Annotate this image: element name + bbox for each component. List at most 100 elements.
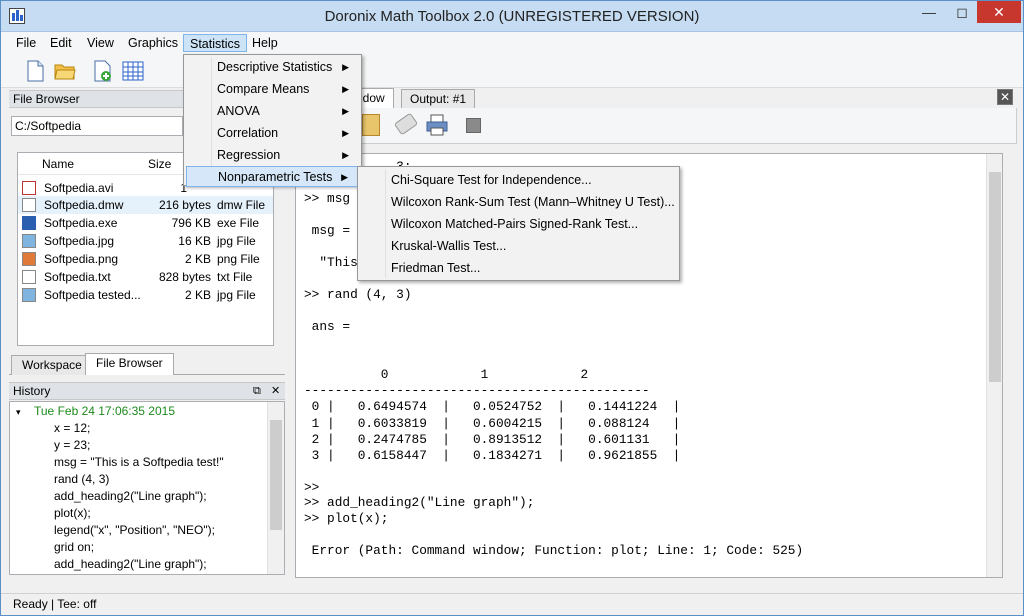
history-entry[interactable]: y = 23; [54,438,90,452]
submenu-arrow-icon: ▶ [342,106,349,116]
menu-regression[interactable]: Regression ▶ [186,145,359,166]
column-size[interactable]: Size [148,157,171,171]
left-panel-tabs: Workspace File Browser [9,353,285,375]
tab-file-browser[interactable]: File Browser [85,353,174,375]
image-icon [22,234,36,248]
right-panel-tabs: ndow Output: #1 [291,88,1017,108]
history-list[interactable]: ▾ Tue Feb 24 17:06:35 2015 x = 12; y = 2… [9,401,285,575]
history-header: History ⧉ ✕ [9,382,285,400]
history-entry[interactable]: add_heading2("Line graph"); [54,489,207,503]
tab-workspace[interactable]: Workspace [11,355,93,375]
file-type: jpg File [217,288,256,302]
image-icon [22,252,36,266]
console-line: >> plot(x); [304,511,389,526]
close-window-button[interactable]: ✕ [977,1,1021,23]
menu-edit[interactable]: Edit [44,34,78,52]
maximize-button[interactable]: ◻ [946,1,978,23]
menu-graphics[interactable]: Graphics [122,34,184,52]
menu-kruskal-wallis-test[interactable]: Kruskal-Wallis Test... [360,235,677,257]
history-scrollbar[interactable] [267,402,284,574]
new-document-icon[interactable] [91,59,115,83]
print-icon[interactable] [426,114,448,136]
close-tab-icon[interactable]: ✕ [997,89,1013,105]
file-row[interactable]: Softpedia.txt 828 bytes txt File [18,268,273,286]
exe-icon [22,216,36,230]
history-entry[interactable]: legend("x", "Position", "NEO"); [54,523,215,537]
menu-anova[interactable]: ANOVA ▶ [186,101,359,122]
stop-icon[interactable] [466,118,481,133]
menu-chi-square-test[interactable]: Chi-Square Test for Independence... [360,169,677,191]
close-panel-icon[interactable]: ✕ [271,383,280,399]
text-icon [22,270,36,284]
table-icon[interactable] [121,59,145,83]
column-name[interactable]: Name [42,157,74,171]
file-type: png File [217,252,260,266]
path-input[interactable] [11,116,183,136]
menu-compare-means[interactable]: Compare Means ▶ [186,79,359,100]
history-date: Tue Feb 24 17:06:35 2015 [34,404,175,418]
menu-wilcoxon-rank-sum-test[interactable]: Wilcoxon Rank-Sum Test (Mann–Whitney U T… [360,191,677,213]
console-line: 3 | 0.6158447 | 0.1834271 | 0.9621855 | [304,448,681,463]
submenu-arrow-icon: ▶ [342,128,349,138]
file-row[interactable]: Softpedia.png 2 KB png File [18,250,273,268]
menu-label: Nonparametric Tests [218,170,333,184]
menu-label: ANOVA [217,104,260,118]
menu-label: Correlation [217,126,279,140]
menu-correlation[interactable]: Correlation ▶ [186,123,359,144]
file-row[interactable]: Softpedia.exe 796 KB exe File [18,214,273,232]
file-size: 16 KB [178,234,211,248]
history-entry[interactable]: msg = "This is a Softpedia test!" [54,455,224,469]
submenu-arrow-icon: ▶ [341,172,348,182]
menu-statistics[interactable]: Statistics [183,34,248,52]
image-icon [22,288,36,302]
menu-help[interactable]: Help [246,34,284,52]
console-line: "This [304,255,358,270]
file-name: Softpedia.txt [44,270,111,284]
console-line: 1 | 0.6033819 | 0.6004215 | 0.088124 | [304,416,681,431]
menu-friedman-test[interactable]: Friedman Test... [360,257,677,279]
file-name: Softpedia.png [44,252,119,266]
scroll-thumb[interactable] [989,172,1001,382]
menu-label: Descriptive Statistics [217,60,333,74]
eraser-icon[interactable] [393,112,419,136]
menu-view[interactable]: View [81,34,120,52]
file-name: Softpedia.exe [44,216,118,230]
console-line: ----------------------------------------… [304,383,650,398]
history-entry[interactable]: rand (4, 3) [54,472,109,486]
open-folder-icon[interactable] [53,59,77,83]
file-name: Softpedia.avi [44,181,114,195]
submenu-arrow-icon: ▶ [342,150,349,160]
window-title: Doronix Math Toolbox 2.0 (UNREGISTERED V… [324,8,700,25]
menu-wilcoxon-signed-rank-test[interactable]: Wilcoxon Matched-Pairs Signed-Rank Test.… [360,213,677,235]
console-line: msg = [304,223,351,238]
tab-output-1[interactable]: Output: #1 [401,89,476,108]
menu-descriptive-statistics[interactable]: Descriptive Statistics ▶ [186,57,359,78]
status-bar: Ready | Tee: off [1,593,1023,615]
menu-nonparametric-tests[interactable]: Nonparametric Tests ▶ [186,166,359,187]
console-line: 0 1 2 [304,367,589,382]
file-row[interactable]: Softpedia.jpg 16 KB jpg File [18,232,273,250]
file-type: exe File [217,216,260,230]
new-file-icon[interactable] [23,59,47,83]
file-type: txt File [217,270,253,284]
console-line: >> [304,480,320,495]
title-bar: Doronix Math Toolbox 2.0 (UNREGISTERED V… [1,1,1023,32]
console-line: >> msg [304,191,351,206]
history-entry[interactable]: add_heading2("Line graph"); [54,557,207,571]
history-entry[interactable]: grid on; [54,540,94,554]
scroll-thumb[interactable] [270,420,282,530]
console-scrollbar[interactable] [986,154,1002,577]
collapse-icon[interactable]: ▾ [16,407,21,418]
app-window: Doronix Math Toolbox 2.0 (UNREGISTERED V… [0,0,1024,616]
restore-panel-icon[interactable]: ⧉ [253,383,261,399]
history-entry[interactable]: x = 12; [54,421,90,435]
history-entry[interactable]: plot(x); [54,506,91,520]
console-toolbar [291,108,1017,144]
paste-icon[interactable] [362,114,380,136]
file-name: Softpedia tested... [44,288,141,302]
file-row[interactable]: Softpedia.dmw 216 bytes dmw File [18,196,273,214]
file-size: 2 KB [184,252,211,266]
minimize-button[interactable]: — [913,1,945,23]
file-row[interactable]: Softpedia tested... 2 KB jpg File [18,286,273,304]
menu-file[interactable]: File [10,34,42,52]
